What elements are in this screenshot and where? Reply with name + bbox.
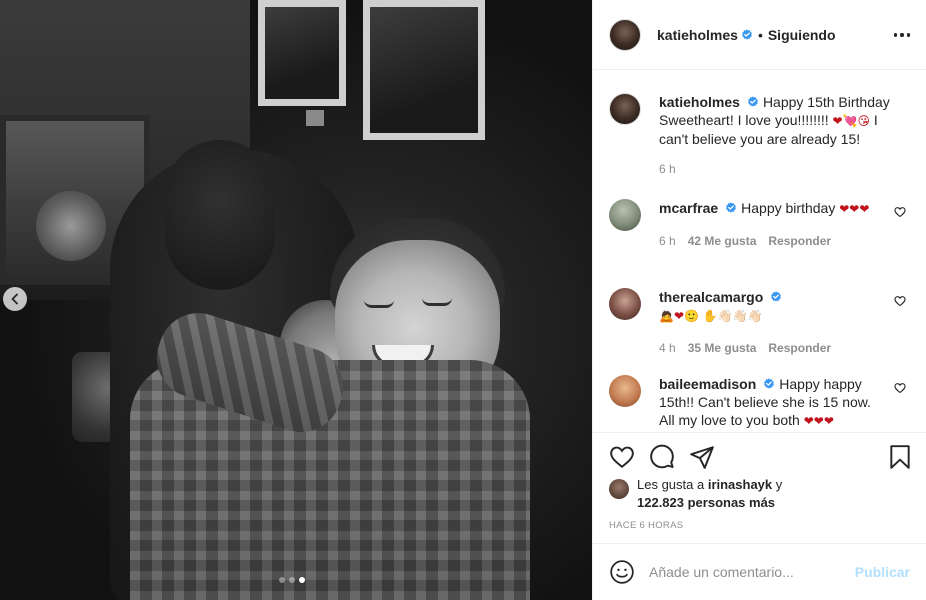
publish-button[interactable]: Publicar — [855, 564, 910, 580]
likes-suffix: y — [772, 477, 783, 492]
caption-time[interactable]: 6 h — [659, 160, 676, 178]
comment-input[interactable] — [649, 564, 855, 580]
photo-child-eye-left — [364, 300, 394, 308]
comment-emojis: 🙇❤🙂 ✋👋🏻👋🏻👋🏻 — [659, 309, 763, 323]
comment-time[interactable]: 6 h — [659, 232, 676, 250]
carousel-prev-button[interactable] — [3, 287, 27, 311]
post-actions — [593, 432, 926, 482]
post-side-panel: katieholmes • Siguiendo katieholmes Happy… — [592, 0, 926, 600]
carousel-indicator — [279, 577, 305, 583]
verified-badge-icon — [726, 202, 737, 213]
likes-others[interactable]: 122.823 personas más — [637, 495, 775, 510]
avatar[interactable] — [609, 93, 641, 125]
reply-button[interactable]: Responder — [768, 339, 831, 357]
header-separator: • — [757, 26, 763, 43]
comment-time[interactable]: 4 h — [659, 339, 676, 357]
comment-like-heart-icon[interactable] — [894, 382, 906, 394]
comment-emojis: ❤❤❤ — [803, 414, 834, 428]
reply-button[interactable]: Responder — [768, 232, 831, 250]
photo-adult-head — [165, 140, 275, 290]
add-comment-bar: Publicar — [593, 543, 926, 600]
comment-text: Happy birthday — [741, 200, 840, 216]
comment-username[interactable]: therealcamargo — [659, 289, 763, 305]
comment-likes[interactable]: 42 Me gusta — [688, 232, 757, 250]
verified-badge-icon — [771, 291, 782, 302]
likes-user[interactable]: irinashayk — [708, 477, 772, 492]
more-options-icon[interactable] — [892, 27, 912, 43]
likes-summary: Les gusta a irinashayk y 122.823 persona… — [609, 476, 910, 512]
caption-emojis: ❤💘😘 — [832, 114, 871, 128]
avatar[interactable] — [609, 18, 641, 51]
carousel-dot — [289, 577, 295, 583]
caption-username[interactable]: katieholmes — [659, 94, 740, 110]
comment-like-heart-icon[interactable] — [894, 295, 906, 307]
following-button[interactable]: Siguiendo — [768, 27, 836, 43]
comment-likes[interactable]: 35 Me gusta — [688, 339, 757, 357]
verified-badge-icon — [764, 378, 775, 389]
post-header: katieholmes • Siguiendo — [593, 0, 926, 70]
photo-frame-small — [258, 0, 346, 106]
post-timestamp[interactable]: HACE 6 HORAS — [609, 520, 683, 531]
comment-item: mcarfrae Happy birthday ❤❤❤ 6 h 42 Me gus… — [609, 199, 910, 250]
comments-list[interactable]: katieholmes Happy 15th Birthday Sweethear… — [593, 71, 926, 431]
emoji-icon[interactable] — [609, 559, 635, 585]
comment-item: therealcamargo 🙇❤🙂 ✋👋🏻👋🏻👋🏻 4 h 35 Me gust… — [609, 288, 910, 357]
photo-child-eye-right — [422, 298, 452, 306]
avatar[interactable] — [609, 479, 629, 499]
photo-frame-large — [363, 0, 485, 140]
avatar[interactable] — [609, 375, 641, 407]
header-username[interactable]: katieholmes — [657, 27, 738, 43]
photo-light-switch — [306, 110, 324, 126]
comment-username[interactable]: baileemadison — [659, 376, 756, 392]
chevron-left-icon — [11, 293, 18, 305]
carousel-dot-active — [299, 577, 305, 583]
caption: katieholmes Happy 15th Birthday Sweethear… — [609, 93, 910, 178]
verified-badge-icon — [748, 96, 758, 107]
comment-bubble-icon[interactable] — [649, 444, 675, 470]
avatar[interactable] — [609, 199, 641, 231]
comment-username[interactable]: mcarfrae — [659, 200, 718, 216]
share-paper-plane-icon[interactable] — [689, 444, 715, 470]
comment-like-heart-icon[interactable] — [894, 206, 906, 218]
like-heart-icon[interactable] — [609, 444, 635, 470]
verified-badge-icon — [742, 28, 752, 40]
post-photo — [0, 0, 592, 600]
comment-item: baileemadison Happy happy 15th!! Can't be… — [609, 375, 910, 430]
likes-prefix: Les gusta a — [637, 477, 708, 492]
carousel-dot — [279, 577, 285, 583]
bookmark-icon[interactable] — [887, 444, 913, 470]
avatar[interactable] — [609, 288, 641, 320]
comment-emojis: ❤❤❤ — [839, 202, 870, 216]
